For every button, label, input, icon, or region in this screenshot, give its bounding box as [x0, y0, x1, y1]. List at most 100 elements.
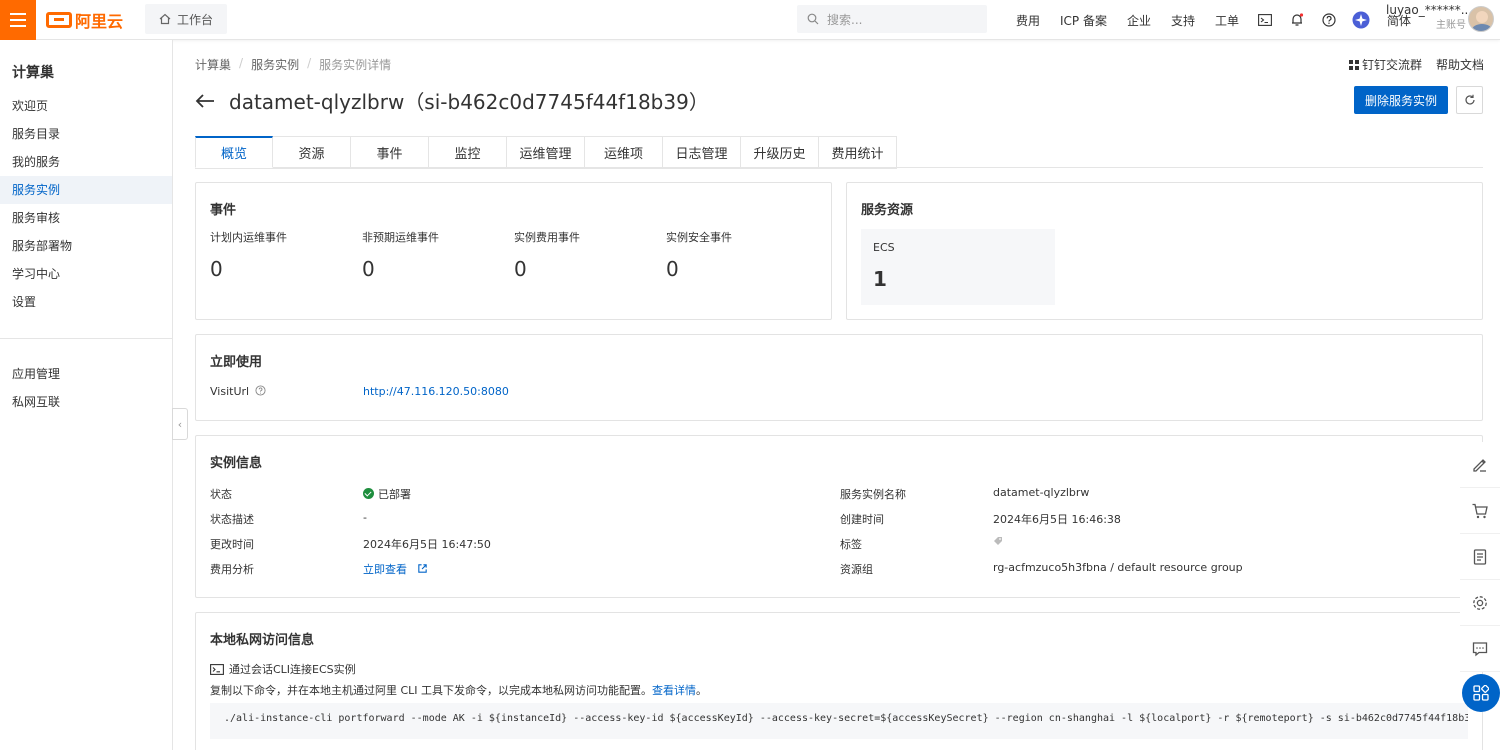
cli-subtitle-text: 通过会话CLI连接ECS实例 [229, 663, 356, 676]
events-card: 事件 计划内运维事件 0 非预期运维事件 0 实例费用事件 0 实例安全事件 0 [195, 182, 832, 320]
cost-analysis-text: 立即查看 [363, 563, 407, 576]
settings-icon[interactable] [1460, 580, 1500, 626]
ecs-resource-tile[interactable]: ECS 1 [861, 229, 1055, 305]
nav-icp[interactable]: ICP 备案 [1050, 12, 1117, 29]
qrcode-icon [1348, 60, 1359, 70]
search-placeholder: 搜索... [827, 12, 863, 27]
terminal-icon[interactable] [1249, 14, 1281, 26]
sidebar-title: 计算巢 [12, 65, 54, 81]
sidebar-nav: 欢迎页 服务目录 我的服务 服务实例 服务审核 服务部署物 学习中心 设置 [0, 92, 172, 316]
tab-ops-items[interactable]: 运维项 [585, 136, 663, 168]
event-count[interactable]: 0 [362, 257, 375, 281]
created-time-value: 2024年6月5日 16:46:38 [993, 513, 1121, 526]
sidebar-item-private-network[interactable]: 私网互联 [0, 388, 172, 416]
service-resources-card: 服务资源 ECS 1 [846, 182, 1483, 320]
sidebar: 计算巢 欢迎页 服务目录 我的服务 服务实例 服务审核 服务部署物 学习中心 设… [0, 40, 173, 750]
breadcrumb-separator: / [239, 56, 244, 70]
aliyun-logo-icon [46, 12, 72, 28]
cost-analysis-link[interactable]: 立即查看 [363, 561, 428, 577]
status-desc-value: - [363, 511, 367, 524]
event-count[interactable]: 0 [514, 257, 527, 281]
nav-support[interactable]: 支持 [1161, 12, 1205, 29]
hamburger-menu-icon[interactable] [0, 0, 36, 40]
cost-analysis-label: 费用分析 [210, 563, 254, 576]
event-label: 实例费用事件 [514, 231, 580, 244]
back-arrow-icon[interactable] [195, 93, 215, 109]
status-text: 已部署 [378, 488, 411, 501]
tag-edit-icon[interactable] [993, 536, 1003, 549]
sidebar-item-catalog[interactable]: 服务目录 [0, 120, 172, 148]
use-now-card: 立即使用 VisitUrl http://47.116.120.50:8080 [195, 334, 1483, 421]
event-count[interactable]: 0 [666, 257, 679, 281]
breadcrumb-item[interactable]: 计算巢 [195, 56, 231, 73]
sidebar-divider [0, 338, 172, 339]
nav-ticket[interactable]: 工单 [1205, 12, 1249, 29]
tab-logs[interactable]: 日志管理 [663, 136, 741, 168]
user-menu[interactable]: luyao_******... 主账号 [1386, 2, 1473, 34]
event-label: 非预期运维事件 [362, 231, 439, 244]
status-label: 状态 [210, 488, 232, 501]
external-link-icon [417, 564, 427, 573]
breadcrumb-item[interactable]: 服务实例 [251, 56, 299, 73]
event-count[interactable]: 0 [210, 257, 223, 281]
nav-billing[interactable]: 费用 [1006, 12, 1050, 29]
workbench-button[interactable]: 工作台 [145, 4, 228, 34]
help-circle-icon[interactable] [255, 385, 266, 396]
breadcrumb-separator: / [307, 56, 312, 70]
sidebar-collapse-toggle[interactable]: ‹ [172, 408, 188, 440]
header-links: 钉钉交流群 帮助文档 [1348, 56, 1484, 73]
ai-assistant-icon[interactable] [1345, 11, 1377, 29]
chevron-left-icon: ‹ [177, 417, 183, 431]
help-doc-link[interactable]: 帮助文档 [1436, 56, 1484, 73]
instance-info-card: 实例信息 状态 已部署 状态描述 - 更改时间 2024年6月5日 16:47:… [195, 435, 1483, 598]
tab-monitoring[interactable]: 监控 [429, 136, 507, 168]
refresh-button[interactable] [1456, 86, 1483, 114]
use-now-title: 立即使用 [210, 355, 263, 370]
sidebar-item-settings[interactable]: 设置 [0, 288, 172, 316]
tab-overview[interactable]: 概览 [195, 136, 273, 168]
workbench-label: 工作台 [177, 12, 214, 27]
tab-ops-management[interactable]: 运维管理 [507, 136, 585, 168]
visit-url-label: VisitUrl [210, 385, 266, 398]
cli-description-text: 复制以下命令，并在本地主机通过阿里 CLI 工具下发命令，以完成本地私网访问功能… [210, 684, 653, 697]
document-icon[interactable] [1460, 534, 1500, 580]
floating-toolbar [1460, 442, 1500, 672]
top-bar: 阿里云 工作台 搜索... 费用 ICP 备案 企业 支持 工单 简体 luya… [0, 0, 1500, 40]
view-details-link[interactable]: 查看详情 [652, 684, 696, 697]
created-time-label: 创建时间 [840, 513, 884, 526]
aliyun-logo[interactable]: 阿里云 [46, 8, 123, 32]
sidebar-item-welcome[interactable]: 欢迎页 [0, 92, 172, 120]
sidebar-item-app-management[interactable]: 应用管理 [0, 360, 172, 388]
sidebar-item-learning[interactable]: 学习中心 [0, 260, 172, 288]
cli-command[interactable]: ./ali-instance-cli portforward --mode AK… [210, 703, 1468, 739]
tab-cost-stats[interactable]: 费用统计 [819, 136, 897, 168]
sidebar-item-review[interactable]: 服务审核 [0, 204, 172, 232]
apps-grid-icon[interactable] [1462, 674, 1500, 712]
help-icon[interactable] [1313, 13, 1345, 27]
cart-icon[interactable] [1460, 488, 1500, 534]
terminal-icon [210, 663, 224, 675]
search-input[interactable]: 搜索... [797, 5, 987, 33]
status-desc-label: 状态描述 [210, 513, 254, 526]
resource-count: 1 [873, 267, 887, 291]
bell-icon[interactable] [1281, 13, 1313, 27]
tab-resources[interactable]: 资源 [273, 136, 351, 168]
top-nav: 费用 ICP 备案 企业 支持 工单 简体 [1006, 0, 1421, 40]
user-name: luyao_******... [1386, 3, 1473, 17]
sidebar-item-instances[interactable]: 服务实例 [0, 176, 172, 204]
cli-subtitle: 通过会话CLI连接ECS实例 [210, 661, 356, 677]
delete-instance-button[interactable]: 删除服务实例 [1354, 86, 1448, 114]
sidebar-item-artifacts[interactable]: 服务部署物 [0, 232, 172, 260]
tab-upgrade-history[interactable]: 升级历史 [741, 136, 819, 168]
tab-events[interactable]: 事件 [351, 136, 429, 168]
nav-enterprise[interactable]: 企业 [1117, 12, 1161, 29]
status-value: 已部署 [363, 486, 411, 502]
instance-name-label: 服务实例名称 [840, 488, 906, 501]
message-icon[interactable] [1460, 626, 1500, 672]
edit-icon[interactable] [1460, 442, 1500, 488]
avatar[interactable] [1468, 6, 1494, 32]
sidebar-item-my-services[interactable]: 我的服务 [0, 148, 172, 176]
visit-url-link[interactable]: http://47.116.120.50:8080 [363, 385, 509, 398]
resource-group-value: rg-acfmzuco5h3fbna / default resource gr… [993, 561, 1243, 574]
dingtalk-link[interactable]: 钉钉交流群 [1348, 56, 1422, 73]
